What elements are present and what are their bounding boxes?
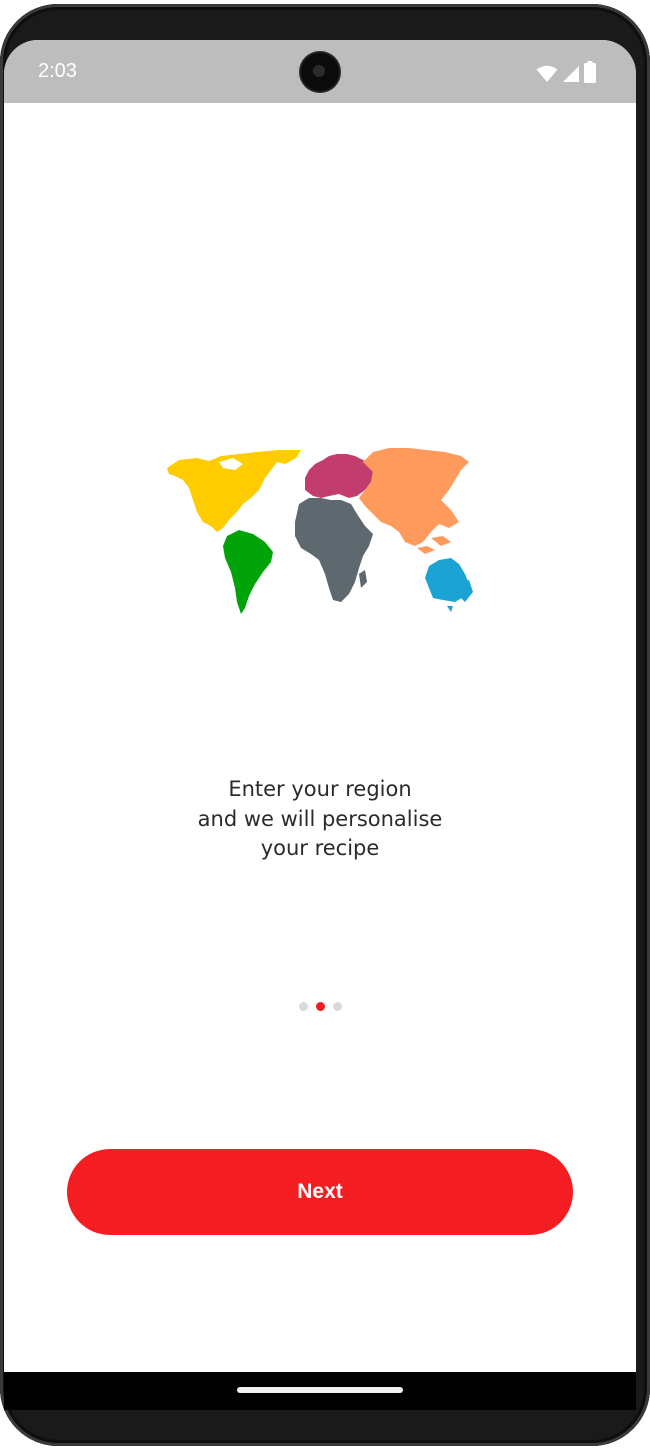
page-dot-3 <box>332 1002 342 1011</box>
continent-asia <box>359 448 469 546</box>
world-map-icon <box>167 448 473 614</box>
app-screen: 2:03 Enter your region and we will perso… <box>4 40 636 1410</box>
onboarding-message: Enter your region and we will personalis… <box>4 775 636 864</box>
phone-frame: 2:03 Enter your region and we will perso… <box>0 4 650 1446</box>
home-gesture-handle[interactable] <box>237 1387 403 1393</box>
status-icons <box>536 59 596 83</box>
page-indicator <box>4 1002 636 1011</box>
message-line: your recipe <box>260 836 380 860</box>
continent-south-america <box>223 530 273 614</box>
cellular-signal-icon <box>563 66 579 82</box>
message-line: Enter your region <box>228 777 412 801</box>
next-button[interactable]: Next <box>67 1149 573 1235</box>
continent-europe <box>305 454 373 498</box>
page-dot-1 <box>298 1002 308 1011</box>
wifi-icon <box>536 65 558 82</box>
navigation-bar <box>4 1372 636 1410</box>
page-dot-2-active <box>315 1002 325 1011</box>
status-bar: 2:03 <box>4 40 636 103</box>
status-time: 2:03 <box>38 60 77 82</box>
message-line: and we will personalise <box>197 806 443 831</box>
front-camera <box>301 53 339 91</box>
battery-icon <box>584 61 596 83</box>
